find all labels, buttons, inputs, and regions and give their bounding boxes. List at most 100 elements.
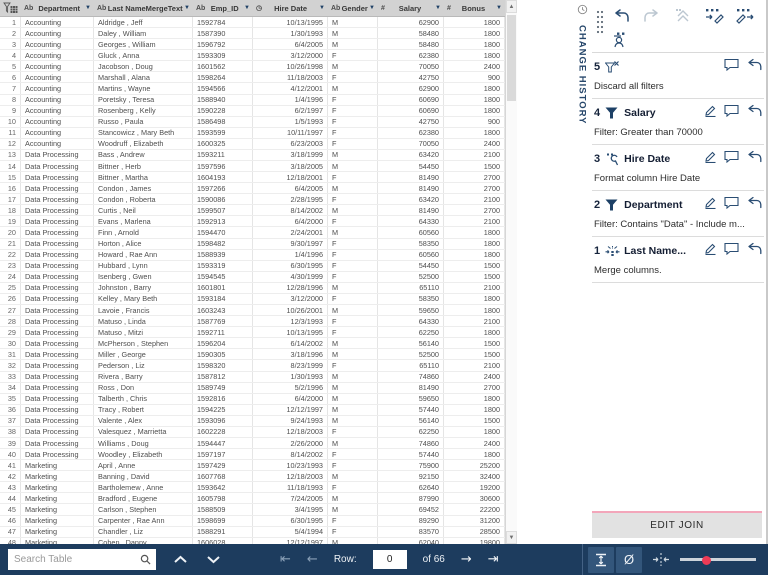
last-row-icon[interactable]: ⇥: [488, 553, 499, 566]
pencil-icon[interactable]: [704, 104, 717, 122]
table-row[interactable]: 13 Data Processing Bass , Andrew 1593211 3/1…: [0, 149, 505, 162]
table-row[interactable]: 22 Data Processing Howard , Rae Ann 1588939…: [0, 249, 505, 261]
table-row[interactable]: 27 Data Processing Lavoie , Francis 1603243…: [0, 305, 505, 317]
table-row[interactable]: 12 Accounting Woodruff , Elizabeth 1600325 6…: [0, 138, 505, 150]
edit-transform-forward-icon[interactable]: [734, 6, 756, 26]
table-row[interactable]: 31 Data Processing Miller , George 1590305 3…: [0, 349, 505, 361]
edit-join-button[interactable]: EDIT JOIN: [592, 511, 762, 538]
filter-dropdown-icon[interactable]: ▼: [369, 5, 375, 11]
table-row[interactable]: 11 Accounting Stancowicz , Mary Beth 159359…: [0, 127, 505, 139]
scrollbar-thumb[interactable]: [507, 15, 516, 101]
first-row-icon[interactable]: ⇤: [280, 553, 291, 566]
table-row[interactable]: 4 Accounting Gluck , Anna 1593309 3/12/2000 F…: [0, 50, 505, 62]
table-row[interactable]: 41 Marketing April , Anne 1597429 10/23/1993…: [0, 460, 505, 472]
table-row[interactable]: 37 Data Processing Valente , Alex 1593096 9/…: [0, 415, 505, 427]
undo-step-icon[interactable]: [746, 58, 762, 76]
table-row[interactable]: 10 Accounting Russo , Paula 1586498 1/5/1993…: [0, 116, 505, 128]
table-scrollbar[interactable]: ▲ ▼: [505, 0, 517, 544]
comment-icon[interactable]: [724, 104, 739, 122]
fit-columns-icon[interactable]: [652, 553, 670, 566]
edit-transform-icon[interactable]: [703, 6, 725, 26]
table-row[interactable]: 19 Data Processing Evans , Marlena 1592913 6…: [0, 216, 505, 228]
collapse-all-icon[interactable]: [672, 6, 694, 26]
search-box[interactable]: [8, 549, 156, 570]
table-row[interactable]: 26 Data Processing Kelley , Mary Beth 15931…: [0, 293, 505, 306]
filter-table-icon[interactable]: [0, 0, 21, 16]
column-header-hire-date[interactable]: ◷ Hire Date ▼: [253, 0, 328, 16]
chevron-down-icon[interactable]: [204, 551, 222, 569]
prev-row-icon[interactable]: ←: [307, 553, 318, 566]
column-header-department[interactable]: Ab Department ▼: [21, 0, 94, 16]
table-row[interactable]: 20 Data Processing Finn , Arnold 1594470 2/2…: [0, 227, 505, 239]
undo-step-icon[interactable]: [746, 242, 762, 260]
history-item-2[interactable]: 2 Department Filter: Contains "Data" - Inc…: [592, 191, 764, 237]
table-row[interactable]: 5 Accounting Jacobson , Doug 1601562 10/26/1…: [0, 61, 505, 73]
filter-dropdown-icon[interactable]: ▼: [184, 5, 190, 11]
column-header-last-namemergetext[interactable]: Ab Last NameMergeText ▼: [94, 0, 193, 16]
table-row[interactable]: 25 Data Processing Johnston , Barry 1601801…: [0, 282, 505, 294]
redo-icon[interactable]: [641, 6, 663, 26]
row-number-input[interactable]: [372, 550, 407, 569]
table-row[interactable]: 35 Data Processing Talberth , Chris 1592816…: [0, 393, 505, 405]
grip-handle-icon[interactable]: [596, 10, 604, 41]
pencil-icon[interactable]: [704, 196, 717, 214]
undo-step-icon[interactable]: [746, 150, 762, 168]
user-merge-icon[interactable]: [610, 30, 632, 50]
table-row[interactable]: 40 Data Processing Woodley , Elizabeth 1597…: [0, 449, 505, 461]
history-item-5[interactable]: 5 Discard all filters: [592, 53, 764, 99]
table-row[interactable]: 3 Accounting Georges , William 1596792 6/4/2…: [0, 39, 505, 51]
filter-dropdown-icon[interactable]: ▼: [85, 5, 91, 11]
table-row[interactable]: 21 Data Processing Horton , Alice 1598482 9/…: [0, 238, 505, 250]
next-row-icon[interactable]: →: [461, 553, 472, 566]
undo-icon[interactable]: [610, 6, 632, 26]
filter-dropdown-icon[interactable]: ▼: [435, 5, 441, 11]
table-row[interactable]: 33 Data Processing Rivera , Barry 1587812 1/…: [0, 371, 505, 383]
table-row[interactable]: 38 Data Processing Valesquez , Marrietta 16…: [0, 426, 505, 438]
table-row[interactable]: 28 Data Processing Matuso , Linda 1587769 12…: [0, 316, 505, 328]
table-row[interactable]: 32 Data Processing Pederson , Liz 1598320 8/…: [0, 360, 505, 372]
table-row[interactable]: 34 Data Processing Ross , Don 1589749 5/2/19…: [0, 382, 505, 394]
table-row[interactable]: 47 Marketing Chandler , Liz 1588291 5/4/1994…: [0, 526, 505, 538]
table-row[interactable]: 15 Data Processing Bittner , Martha 1604193…: [0, 172, 505, 184]
table-row[interactable]: 29 Data Processing Matuso , Mitzi 1592711 10…: [0, 327, 505, 339]
column-header-emp-id[interactable]: Ab Emp_ID ▼: [193, 0, 253, 16]
table-row[interactable]: 6 Accounting Marshall , Alana 1598264 11/18/…: [0, 72, 505, 84]
zoom-slider[interactable]: [680, 555, 756, 565]
table-row[interactable]: 36 Data Processing Tracy , Robert 1594225 12…: [0, 404, 505, 416]
filter-dropdown-icon[interactable]: ▼: [244, 5, 250, 11]
table-row[interactable]: 30 Data Processing McPherson , Stephen 1596…: [0, 338, 505, 350]
history-item-3[interactable]: 3 Hire Date Format column Hire Date: [592, 145, 764, 191]
filter-dropdown-icon[interactable]: ▼: [319, 5, 325, 11]
column-header-salary[interactable]: # Salary ▼: [378, 0, 444, 16]
table-row[interactable]: 42 Marketing Banning , David 1607768 12/18/2…: [0, 471, 505, 483]
table-row[interactable]: 17 Data Processing Condon , Roberta 1590086…: [0, 194, 505, 206]
scroll-down-icon[interactable]: ▼: [506, 531, 517, 544]
slider-thumb[interactable]: [702, 555, 711, 565]
chevron-up-icon[interactable]: [171, 551, 189, 569]
undo-step-icon[interactable]: [746, 196, 762, 214]
table-row[interactable]: 9 Accounting Rosenberg , Kelly 1590228 6/2/1…: [0, 105, 505, 117]
comment-icon[interactable]: [724, 150, 739, 168]
scroll-up-icon[interactable]: ▲: [506, 0, 517, 13]
row-height-icon[interactable]: [588, 546, 614, 573]
table-row[interactable]: 23 Data Processing Hubbard , Lynn 1593319 6/…: [0, 260, 505, 272]
pencil-icon[interactable]: [704, 150, 717, 168]
table-row[interactable]: 8 Accounting Poretsky , Teresa 1588940 1/4/1…: [0, 94, 505, 106]
column-header-bonus[interactable]: # Bonus ▼: [444, 0, 505, 16]
comment-icon[interactable]: [724, 242, 739, 260]
table-row[interactable]: 7 Accounting Martins , Wayne 1594566 4/12/20…: [0, 83, 505, 95]
table-row[interactable]: 39 Data Processing Williams , Doug 1594447 2…: [0, 437, 505, 450]
comment-icon[interactable]: [724, 196, 739, 214]
pencil-icon[interactable]: [704, 242, 717, 260]
table-row[interactable]: 18 Data Processing Curtis , Neil 1599507 8/1…: [0, 205, 505, 217]
table-row[interactable]: 44 Marketing Bradford , Eugene 1605798 7/24/…: [0, 493, 505, 505]
history-item-1[interactable]: 1 Last Name... Merge columns.: [592, 237, 764, 283]
table-row[interactable]: 16 Data Processing Condon , James 1597266 6/…: [0, 183, 505, 195]
comment-icon[interactable]: [724, 58, 739, 76]
column-header-gender[interactable]: Ab Gender ▼: [328, 0, 378, 16]
table-row[interactable]: 1 Accounting Aldridge , Jeff 1592784 10/13/1…: [0, 17, 505, 29]
table-row[interactable]: 45 Marketing Carlson , Stephen 1588509 3/4/1…: [0, 504, 505, 516]
search-input[interactable]: [8, 553, 140, 566]
null-values-icon[interactable]: Ø: [616, 546, 642, 573]
table-row[interactable]: 14 Data Processing Bittner , Herb 1597596 3/…: [0, 161, 505, 173]
